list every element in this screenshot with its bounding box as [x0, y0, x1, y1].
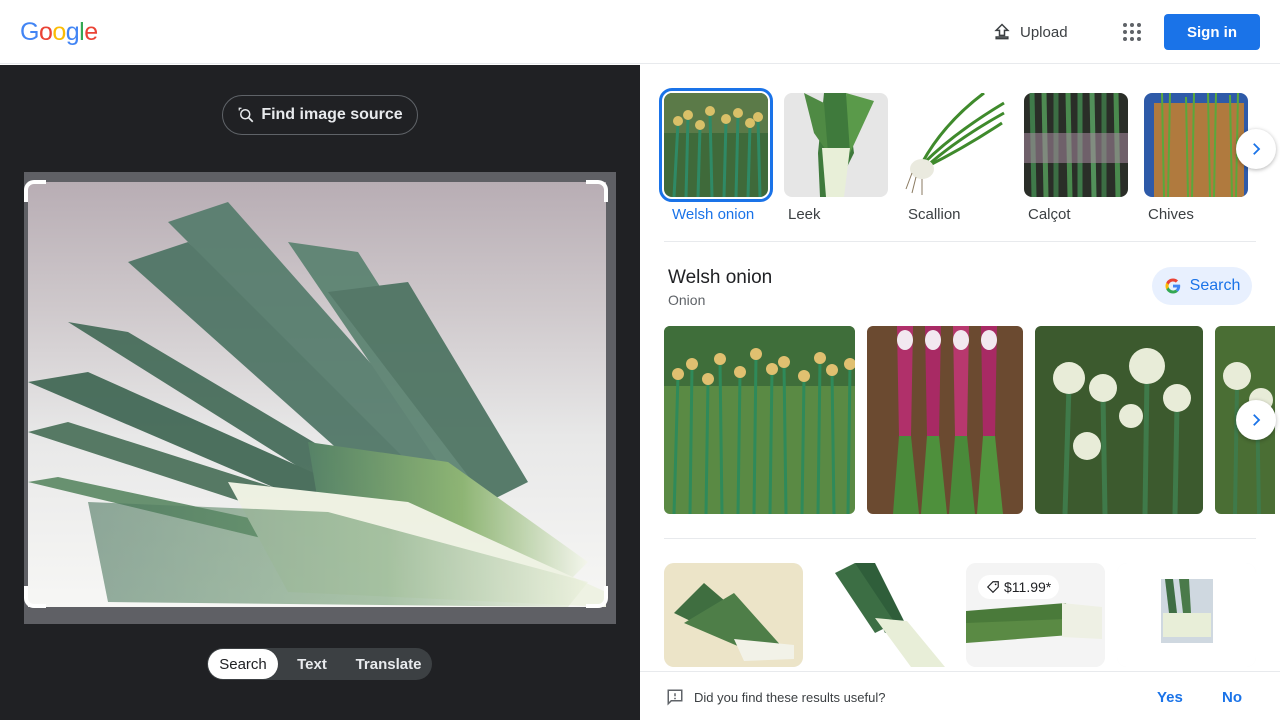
- mode-translate-tab[interactable]: Translate: [346, 649, 431, 679]
- price-tag: $11.99*: [978, 575, 1060, 599]
- feedback-yes-button[interactable]: Yes: [1157, 689, 1183, 706]
- crop-handle-bottom-left[interactable]: [24, 586, 46, 608]
- google-g-icon: [1165, 278, 1180, 294]
- knowledge-title[interactable]: Welsh onion: [668, 267, 772, 289]
- entity-label: Welsh onion: [672, 206, 755, 223]
- feedback-bar: Did you find these results useful? Yes N…: [640, 671, 1280, 720]
- entity-label: Chives: [1148, 206, 1194, 223]
- visual-match-card[interactable]: [664, 563, 803, 667]
- entity-thumbnail: [904, 93, 1008, 197]
- entity-thumbnail: [1144, 93, 1248, 197]
- mode-switcher: Search Text Translate: [207, 648, 432, 680]
- visual-match-card[interactable]: [1117, 563, 1256, 667]
- gallery-image[interactable]: [1035, 326, 1203, 514]
- price-tag-label: $11.99*: [1004, 579, 1052, 595]
- apps-grid-icon[interactable]: [1120, 20, 1144, 44]
- gallery-image[interactable]: [867, 326, 1023, 514]
- image-search-icon: [238, 107, 254, 123]
- logo-letter: o: [38, 18, 53, 46]
- section-divider: [664, 241, 1256, 242]
- entity-label: Leek: [788, 206, 821, 223]
- gallery-next-button[interactable]: [1236, 400, 1276, 440]
- find-image-source-label: Find image source: [261, 106, 403, 123]
- query-image-frame: [24, 172, 616, 624]
- entity-thumbnail: [659, 88, 773, 202]
- google-logo[interactable]: Google: [20, 18, 98, 47]
- logo-letter: e: [84, 18, 98, 46]
- entity-chip-welsh-onion[interactable]: Welsh onion: [659, 88, 773, 223]
- crop-handle-top-right[interactable]: [586, 180, 608, 202]
- entity-label: Scallion: [908, 206, 961, 223]
- entity-carousel: Welsh onion Leek Scallion Calçot Chives: [659, 88, 1248, 223]
- logo-letter: G: [20, 18, 39, 46]
- query-image-panel: Find image source Search Text Translate: [0, 65, 640, 720]
- entity-chip-scallion[interactable]: Scallion: [904, 93, 1008, 223]
- entity-chip-calcot[interactable]: Calçot: [1024, 93, 1128, 223]
- crop-handle-bottom-right[interactable]: [586, 586, 608, 608]
- query-image: [28, 182, 606, 607]
- google-search-label: Search: [1189, 277, 1241, 294]
- google-search-button[interactable]: Search: [1152, 267, 1252, 305]
- visual-match-card[interactable]: $11.99*: [966, 563, 1105, 667]
- mode-search-tab[interactable]: Search: [208, 649, 278, 679]
- mode-text-tab[interactable]: Text: [278, 649, 346, 679]
- upload-icon: [994, 23, 1010, 40]
- entity-label: Calçot: [1028, 206, 1071, 223]
- visual-match-card[interactable]: [815, 563, 954, 667]
- section-divider: [664, 538, 1256, 539]
- gallery-image[interactable]: [664, 326, 855, 514]
- chevron-right-icon: [1253, 143, 1261, 155]
- feedback-icon: [667, 689, 683, 706]
- logo-letter: g: [65, 18, 80, 46]
- entity-thumbnail: [784, 93, 888, 197]
- sign-in-button[interactable]: Sign in: [1164, 14, 1260, 50]
- entity-chip-chives[interactable]: Chives: [1144, 93, 1248, 223]
- entity-chip-leek[interactable]: Leek: [784, 93, 888, 223]
- logo-letter: o: [52, 18, 66, 46]
- results-panel: Welsh onion Leek Scallion Calçot Chives …: [640, 65, 1280, 720]
- chevron-right-icon: [1253, 414, 1261, 426]
- upload-label: Upload: [1020, 23, 1068, 41]
- knowledge-subtitle: Onion: [668, 292, 706, 308]
- feedback-no-button[interactable]: No: [1222, 689, 1242, 706]
- feedback-question: Did you find these results useful?: [694, 690, 886, 705]
- price-tag-icon: [986, 581, 999, 594]
- crop-handle-top-left[interactable]: [24, 180, 46, 202]
- find-image-source-button[interactable]: Find image source: [222, 95, 418, 135]
- top-bar: Google Upload Sign in: [0, 0, 1280, 64]
- upload-button[interactable]: Upload: [992, 20, 1068, 44]
- entity-thumbnail: [1024, 93, 1128, 197]
- entity-carousel-next-button[interactable]: [1236, 129, 1276, 169]
